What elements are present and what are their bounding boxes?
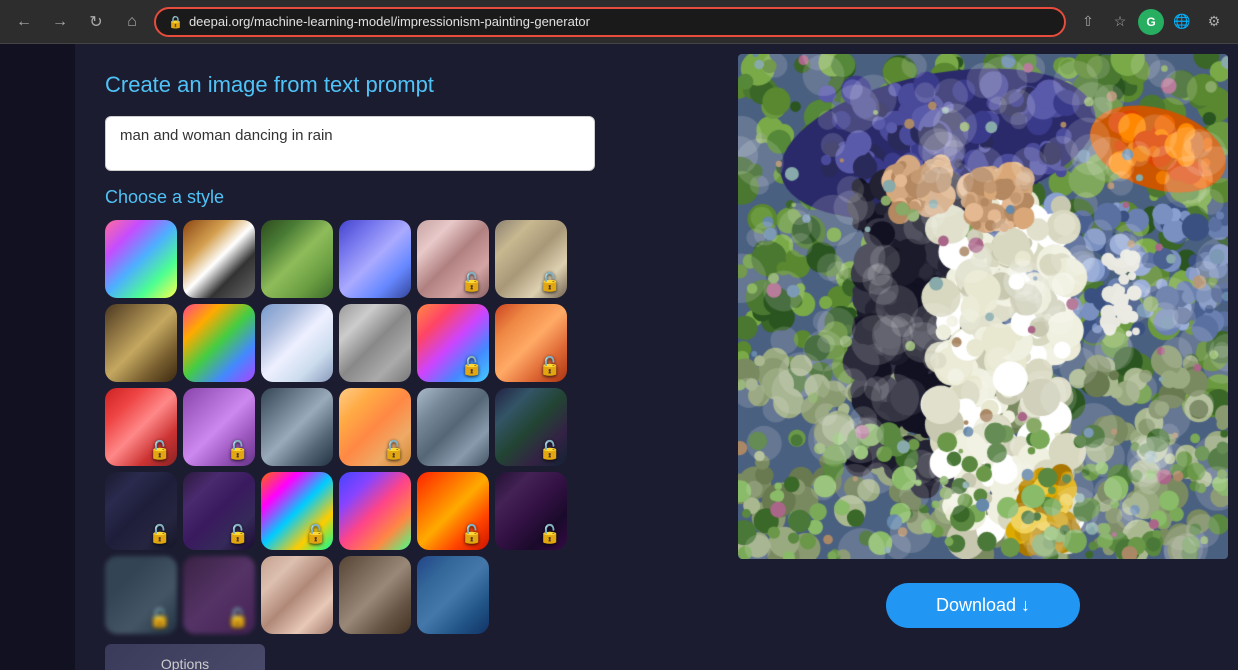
style-item-fire[interactable]: 🔓 bbox=[417, 472, 489, 550]
style-item-panda[interactable] bbox=[183, 220, 255, 298]
style-item-robot[interactable] bbox=[339, 220, 411, 298]
bookmark-button[interactable]: ☆ bbox=[1106, 8, 1134, 36]
lock-icon-monroe: 🔓 bbox=[383, 440, 405, 461]
sidebar-strip bbox=[0, 44, 75, 670]
style-item-dark3[interactable]: 🔓 bbox=[495, 472, 567, 550]
lock-icon-dark3: 🔓 bbox=[539, 524, 561, 545]
choose-style-label: Choose a style bbox=[105, 187, 708, 208]
style-item-ballet[interactable] bbox=[261, 304, 333, 382]
style-item-fox[interactable]: 🔓 bbox=[495, 304, 567, 382]
style-item-monroe[interactable]: 🔓 bbox=[339, 388, 411, 466]
page-content: Create an image from text prompt man and… bbox=[0, 44, 1238, 670]
download-button[interactable]: Download ↓ bbox=[886, 583, 1080, 628]
style-item-red[interactable]: 🔓 bbox=[105, 388, 177, 466]
style-item-vintage[interactable]: 🔓 bbox=[495, 220, 567, 298]
page-title: Create an image from text prompt bbox=[105, 72, 708, 98]
refresh-button[interactable]: ↻ bbox=[82, 8, 110, 36]
style-item-dark2[interactable]: 🔓 bbox=[183, 472, 255, 550]
share-button[interactable]: ⇧ bbox=[1074, 8, 1102, 36]
options-button[interactable]: Options bbox=[105, 644, 265, 670]
lock-icon-dark1: 🔓 bbox=[149, 524, 171, 545]
lock-icon-fire: 🔓 bbox=[461, 524, 483, 545]
lock-icon-dark2: 🔓 bbox=[227, 524, 249, 545]
style-item-forest[interactable] bbox=[261, 220, 333, 298]
prompt-input[interactable]: man and woman dancing in rain bbox=[105, 116, 595, 171]
style-item-flowers[interactable] bbox=[183, 304, 255, 382]
lock-icon-abstract-dark: 🔓 bbox=[539, 440, 561, 461]
style-item-purple-face[interactable]: 🔓 bbox=[183, 388, 255, 466]
browser-chrome: ← → ↻ ⌂ 🔒 deepai.org/machine-learning-mo… bbox=[0, 0, 1238, 44]
style-item-landscape[interactable] bbox=[261, 388, 333, 466]
lock-icon-red: 🔓 bbox=[149, 440, 171, 461]
forward-button[interactable]: → bbox=[46, 8, 74, 36]
generated-image bbox=[738, 54, 1228, 559]
lock-icon-portrait: 🔓 bbox=[461, 272, 483, 293]
lock-icon-vintage: 🔓 bbox=[539, 272, 561, 293]
lock-icon-colorful2: 🔓 bbox=[305, 524, 327, 545]
style-item-man-hat[interactable] bbox=[339, 556, 411, 634]
lock-icon-fox: 🔓 bbox=[539, 356, 561, 377]
lock-icon: 🔒 bbox=[168, 15, 183, 29]
lock-icon-blur2: 🔓 bbox=[227, 608, 249, 629]
home-button[interactable]: ⌂ bbox=[118, 8, 146, 36]
style-item-mona[interactable] bbox=[105, 304, 177, 382]
globe-button[interactable]: 🌐 bbox=[1168, 8, 1196, 36]
url-text: deepai.org/machine-learning-model/impres… bbox=[189, 14, 1052, 29]
lock-icon-isometric: 🔓 bbox=[461, 356, 483, 377]
style-item-colorful[interactable] bbox=[105, 220, 177, 298]
image-area: Download ↓ bbox=[738, 44, 1238, 670]
style-grid: 🔓 🔓 🔓 🔓 🔓 🔓 🔓 🔓 🔓 🔓 🔓 🔓 🔓 🔓 🔓 bbox=[105, 220, 708, 634]
user-avatar[interactable]: G bbox=[1138, 9, 1164, 35]
style-item-woman-portrait[interactable] bbox=[261, 556, 333, 634]
lock-icon-blur1: 🔓 bbox=[149, 608, 171, 629]
style-item-portrait[interactable]: 🔓 bbox=[417, 220, 489, 298]
url-bar[interactable]: 🔒 deepai.org/machine-learning-model/impr… bbox=[154, 7, 1066, 37]
style-item-blur2[interactable]: 🔓 bbox=[183, 556, 255, 634]
style-item-isometric[interactable]: 🔓 bbox=[417, 304, 489, 382]
main-area: Create an image from text prompt man and… bbox=[75, 44, 738, 670]
style-item-colorful2[interactable]: 🔓 bbox=[261, 472, 333, 550]
style-item-building[interactable] bbox=[417, 388, 489, 466]
style-item-chrome[interactable] bbox=[339, 304, 411, 382]
lock-icon-purple-face: 🔓 bbox=[227, 440, 249, 461]
style-item-symbols[interactable] bbox=[339, 472, 411, 550]
chrome-actions: ⇧ ☆ G 🌐 ⚙ bbox=[1074, 8, 1228, 36]
download-label: Download ↓ bbox=[936, 595, 1030, 616]
style-item-abstract-dark[interactable]: 🔓 bbox=[495, 388, 567, 466]
generated-image-container bbox=[738, 54, 1228, 559]
style-item-blur1[interactable]: 🔓 bbox=[105, 556, 177, 634]
style-item-dark1[interactable]: 🔓 bbox=[105, 472, 177, 550]
extensions-button[interactable]: ⚙ bbox=[1200, 8, 1228, 36]
back-button[interactable]: ← bbox=[10, 8, 38, 36]
style-item-blue-face[interactable] bbox=[417, 556, 489, 634]
